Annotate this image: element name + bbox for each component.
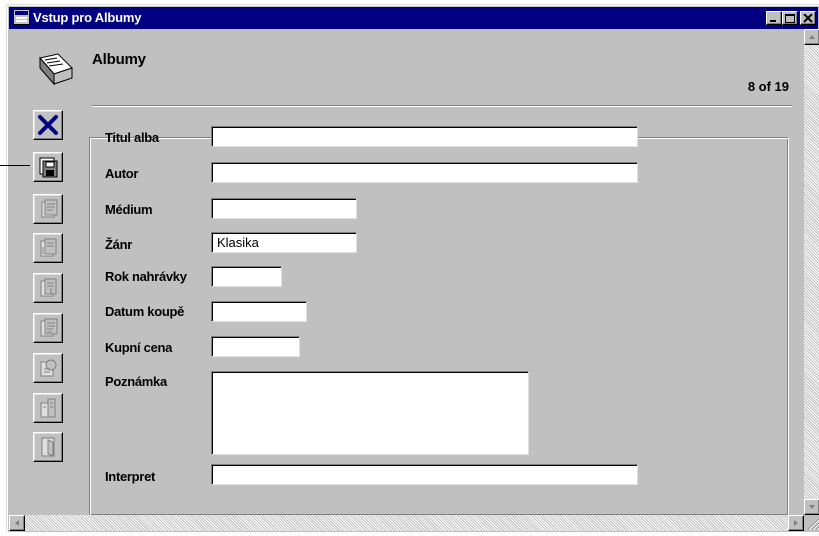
datum-koupe-label: Datum koupě bbox=[105, 304, 185, 319]
horizontal-scrollbar[interactable] bbox=[9, 515, 804, 531]
rok-nahravky-field[interactable] bbox=[211, 266, 282, 287]
app-icon[interactable] bbox=[14, 10, 29, 25]
poznamka-label: Poznámka bbox=[105, 374, 167, 389]
scroll-down-button[interactable] bbox=[804, 499, 819, 515]
fields-panel bbox=[89, 137, 789, 516]
zanr-label: Žánr bbox=[105, 237, 132, 252]
medium-field[interactable] bbox=[211, 198, 357, 219]
first-record-button[interactable] bbox=[33, 194, 63, 224]
form-document-icon bbox=[36, 52, 74, 86]
close-button[interactable] bbox=[800, 11, 816, 25]
maximize-button[interactable] bbox=[782, 11, 798, 25]
autor-label: Autor bbox=[105, 166, 139, 181]
record-counter: 8 of 19 bbox=[747, 79, 789, 94]
autor-field[interactable] bbox=[211, 162, 638, 183]
title-bar[interactable]: Vstup pro Albumy bbox=[9, 7, 818, 29]
scroll-right-button[interactable] bbox=[788, 515, 804, 531]
last-record-button[interactable] bbox=[33, 313, 63, 343]
medium-label: Médium bbox=[105, 202, 153, 217]
callout-pointer-line bbox=[0, 165, 30, 166]
poznamka-textarea[interactable] bbox=[211, 371, 529, 455]
kupni-cena-label: Kupní cena bbox=[105, 340, 173, 355]
app-window: Vstup pro Albumy Albumy 8 of 19 Titul al… bbox=[6, 4, 819, 532]
save-button[interactable] bbox=[33, 152, 63, 182]
find-record-button[interactable] bbox=[33, 353, 63, 383]
close-form-button[interactable] bbox=[33, 432, 63, 462]
kupni-cena-field[interactable] bbox=[211, 336, 300, 357]
rok-nahravky-label: Rok nahrávky bbox=[105, 269, 187, 284]
previous-record-button[interactable] bbox=[33, 233, 63, 263]
vertical-scrollbar[interactable] bbox=[804, 29, 819, 515]
resize-grip-icon[interactable] bbox=[804, 515, 819, 531]
header-divider-highlight bbox=[92, 106, 792, 107]
form-client-area: Albumy 8 of 19 Titul alba Autor Médium Ž… bbox=[9, 29, 804, 516]
new-record-button[interactable] bbox=[33, 393, 63, 423]
delete-button[interactable] bbox=[33, 110, 63, 140]
titul-alba-label: Titul alba bbox=[105, 130, 159, 145]
next-record-button[interactable] bbox=[33, 273, 63, 303]
form-title: Albumy bbox=[92, 51, 146, 68]
interpret-label: Interpret bbox=[105, 469, 156, 484]
minimize-button[interactable] bbox=[766, 11, 782, 25]
interpret-field[interactable] bbox=[211, 464, 638, 485]
datum-koupe-field[interactable] bbox=[211, 301, 307, 322]
titul-alba-field[interactable] bbox=[211, 126, 638, 147]
scroll-up-button[interactable] bbox=[804, 29, 819, 45]
scroll-left-button[interactable] bbox=[9, 515, 25, 531]
zanr-field[interactable]: Klasika bbox=[211, 232, 357, 253]
window-title: Vstup pro Albumy bbox=[33, 10, 142, 25]
